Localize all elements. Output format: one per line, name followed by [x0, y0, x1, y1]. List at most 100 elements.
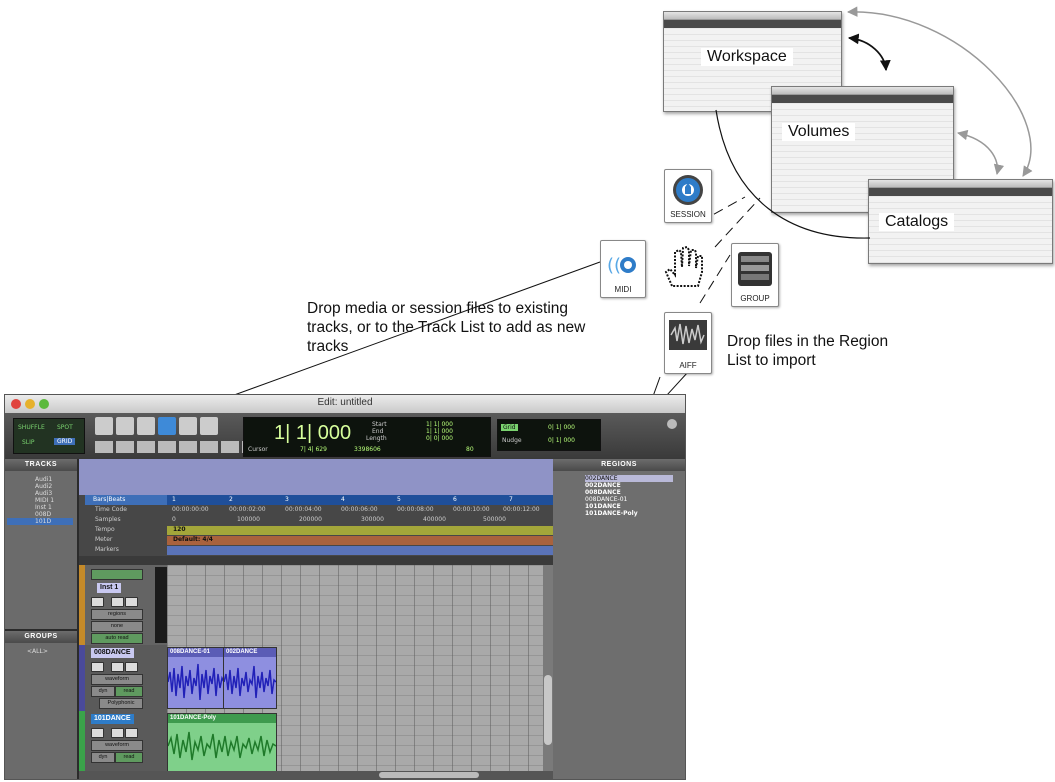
scrubber-tool-icon[interactable]: [179, 417, 197, 435]
region-list-item[interactable]: 101DANCE: [585, 503, 621, 510]
edit-toolbar: SHUFFLE SPOT SLIP GRID 1| 1| 000 Start E…: [5, 413, 685, 459]
bars-beats-ruler-label[interactable]: Bars|Beats: [85, 495, 167, 505]
edit-window-titlebar[interactable]: Edit: untitled: [5, 395, 685, 414]
grid-mode-button[interactable]: GRID: [54, 438, 76, 445]
selector-tool-icon[interactable]: [137, 417, 155, 435]
markers-ruler[interactable]: [167, 546, 553, 555]
nudge-label[interactable]: Nudge: [502, 437, 522, 444]
samples-ruler-label[interactable]: Samples: [95, 515, 121, 525]
audio-region-clip[interactable]: 002DANCE: [223, 647, 277, 709]
horizontal-scroll-thumb[interactable]: [379, 772, 479, 778]
voice-selector[interactable]: Polyphonic: [99, 698, 143, 709]
view-selector[interactable]: waveform: [91, 674, 143, 685]
vertical-scrollbar[interactable]: [543, 565, 553, 771]
solo-button[interactable]: [111, 728, 124, 738]
bars-ruler[interactable]: [167, 495, 553, 505]
trim-tool-icon[interactable]: [116, 417, 134, 435]
meter-ruler-label[interactable]: Meter: [95, 535, 112, 545]
meter-marker[interactable]: Default: 4/4: [173, 535, 213, 545]
sub-view-selector[interactable]: dyn: [91, 752, 115, 763]
track-list-item[interactable]: Audi1: [35, 476, 52, 483]
view-selector[interactable]: waveform: [91, 740, 143, 751]
tempo-value[interactable]: 80: [466, 446, 474, 453]
main-counter-display[interactable]: 1| 1| 000 Start End Length 1| 1| 000 1| …: [243, 417, 491, 457]
record-button[interactable]: [91, 662, 104, 672]
horizontal-scrollbar[interactable]: [79, 771, 553, 779]
track-name[interactable]: 101DANCE: [91, 714, 134, 724]
bar-tick: 3: [285, 496, 289, 503]
start-value[interactable]: 1| 1| 000: [426, 421, 453, 428]
record-button[interactable]: [91, 728, 104, 738]
tracks-panel-header[interactable]: TRACKS: [5, 459, 77, 471]
sub-view-selector[interactable]: none: [91, 621, 143, 632]
region-list-item[interactable]: 002DANCE: [585, 482, 621, 489]
solo-button[interactable]: [111, 597, 124, 607]
tempo-ruler[interactable]: [167, 526, 553, 535]
window-menu-button[interactable]: [667, 419, 677, 429]
edit-window[interactable]: Edit: untitled SHUFFLE SPOT SLIP GRID 1|…: [4, 394, 686, 780]
track-list-item[interactable]: 008D: [35, 511, 51, 518]
vertical-scroll-thumb[interactable]: [544, 675, 552, 745]
mute-button[interactable]: [125, 597, 138, 607]
inst-track-lane[interactable]: [155, 567, 167, 643]
track-name[interactable]: Inst 1: [97, 583, 122, 593]
region-list-item[interactable]: 008DANCE-01: [585, 496, 627, 503]
inst-track-header[interactable]: Inst 1 regions none auto read: [79, 565, 167, 646]
slip-mode-button[interactable]: SLIP: [22, 439, 35, 446]
waveform: [168, 663, 224, 701]
timecode-ruler-label[interactable]: Time Code: [95, 505, 127, 515]
session-file-icon[interactable]: SESSION: [664, 169, 712, 223]
zoom-buttons[interactable]: [95, 441, 243, 453]
sub-view-selector[interactable]: dyn: [91, 686, 115, 697]
region-list-item[interactable]: 008DANCE: [585, 489, 621, 496]
spot-mode-button[interactable]: SPOT: [57, 424, 73, 431]
waveform: [224, 665, 276, 699]
track-list-item[interactable]: MIDI 1: [35, 497, 54, 504]
grabber-tool-icon[interactable]: [158, 417, 176, 435]
track-list-item[interactable]: Audi2: [35, 483, 52, 490]
edit-tools: [95, 417, 243, 437]
region-list-item[interactable]: 101DANCE-Poly: [585, 510, 638, 517]
nudge-value[interactable]: 0| 1| 000: [548, 437, 575, 444]
grid-nudge-display[interactable]: Grid 0| 1| 000 Nudge 0| 1| 000: [497, 419, 601, 451]
audio-track-header[interactable]: 101DANCE waveform dyn read: [79, 711, 167, 774]
timecode-tick: 00:00:06:00: [341, 506, 378, 513]
meter-ruler[interactable]: [167, 536, 553, 545]
track-list-item[interactable]: Inst 1: [35, 504, 52, 511]
zoom-tool-icon[interactable]: [95, 417, 113, 435]
automation-mode-selector[interactable]: read: [115, 686, 143, 697]
track-list-item-selected[interactable]: 101D: [7, 518, 73, 525]
group-list-item[interactable]: <ALL>: [27, 648, 48, 655]
automation-mode-selector[interactable]: read: [115, 752, 143, 763]
view-selector[interactable]: regions: [91, 609, 143, 620]
track-name[interactable]: 008DANCE: [91, 648, 134, 658]
regions-panel-header[interactable]: REGIONS: [553, 459, 685, 471]
grid-value[interactable]: 0| 1| 000: [548, 424, 575, 431]
mute-button[interactable]: [125, 662, 138, 672]
audio-track-header[interactable]: 008DANCE waveform dyn read Polyphonic: [79, 645, 167, 712]
solo-button[interactable]: [111, 662, 124, 672]
markers-ruler-label[interactable]: Markers: [95, 545, 119, 555]
clip-name: 008DANCE-01: [168, 648, 224, 657]
pencil-tool-icon[interactable]: [200, 417, 218, 435]
track-list-item[interactable]: Audi3: [35, 490, 52, 497]
end-label: End: [372, 428, 384, 435]
audio-region-clip[interactable]: 101DANCE-Poly: [167, 713, 277, 773]
tempo-ruler-label[interactable]: Tempo: [95, 525, 115, 535]
group-file-icon[interactable]: GROUP: [731, 243, 779, 307]
universe-bar[interactable]: [79, 459, 553, 495]
length-value[interactable]: 0| 0| 000: [426, 435, 453, 442]
shuffle-mode-button[interactable]: SHUFFLE: [18, 424, 45, 431]
groups-panel-header[interactable]: GROUPS: [5, 631, 77, 643]
audio-region-clip[interactable]: 008DANCE-01: [167, 647, 225, 709]
region-list-item[interactable]: 002DANCE: [585, 475, 673, 482]
tempo-marker[interactable]: 120: [173, 525, 186, 535]
automation-selector[interactable]: [91, 569, 143, 580]
record-button[interactable]: [91, 597, 104, 607]
mute-button[interactable]: [125, 728, 138, 738]
end-value[interactable]: 1| 1| 000: [426, 428, 453, 435]
grid-label[interactable]: Grid: [501, 424, 518, 431]
midi-file-icon[interactable]: (( MIDI: [600, 240, 646, 298]
automation-mode-selector[interactable]: auto read: [91, 633, 143, 644]
aiff-file-icon[interactable]: AIFF: [664, 312, 712, 374]
